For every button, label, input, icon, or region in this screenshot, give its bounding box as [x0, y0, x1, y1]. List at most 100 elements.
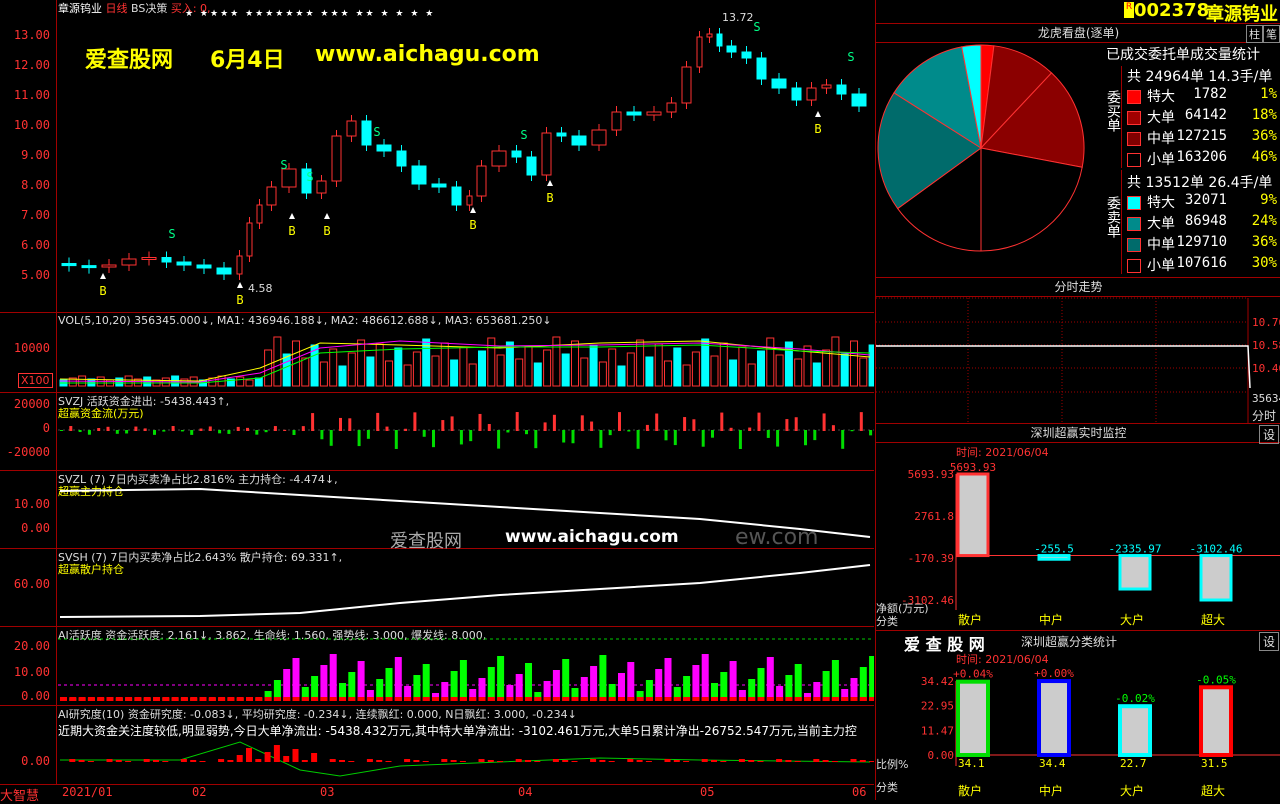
volume-bar — [738, 346, 747, 387]
volume-panel[interactable]: 10000 X100 VOL(5,10,20) 356345.000↓, MA1… — [0, 313, 874, 393]
fund-flow-bar — [794, 417, 798, 431]
date-axis: 大智慧 2021/01 02 03 04 05 06 — [0, 785, 874, 804]
classify-change: +0.00% — [1034, 667, 1074, 680]
volume-bar — [691, 351, 700, 387]
activity-base — [683, 697, 691, 701]
intraday-tick: 10.58 — [1252, 339, 1280, 352]
research-bar — [227, 760, 234, 762]
activity-base — [562, 697, 570, 701]
candle-body — [491, 150, 507, 167]
activity-base — [339, 697, 346, 701]
fund-flow-bar — [571, 430, 575, 444]
lhb-subtitle: 已成交委托单成交量统计 — [1106, 47, 1260, 63]
ai-research-panel[interactable]: 0.00 AI研究度(10) 资金研究度: -0.083↓, 平均研究度: -0… — [0, 706, 874, 785]
activity-base — [246, 697, 253, 701]
fund-flow-bar — [608, 430, 612, 436]
research-bar — [590, 759, 597, 762]
fund-flow-bar — [701, 430, 705, 447]
volume-bar — [385, 360, 393, 387]
activity-base — [822, 697, 830, 701]
fund-flow-bar — [748, 427, 752, 431]
research-bar — [459, 761, 466, 762]
fund-flow-bar — [580, 415, 584, 431]
volume-bar — [236, 376, 245, 387]
activity-base — [748, 697, 756, 701]
fund-flow-bar — [311, 413, 315, 431]
date-tick: 06 — [852, 785, 867, 799]
volume-bar — [357, 339, 366, 387]
research-bar — [683, 761, 690, 762]
volume-bar — [580, 357, 589, 387]
volume-bar — [682, 364, 691, 387]
activity-base — [208, 697, 216, 701]
ai-activity-panel[interactable]: 20.00 10.00 0.00 AI活跃度 资金活跃度: 2.161↓, 3.… — [0, 627, 874, 706]
classify-xlabel: 分类 — [876, 781, 898, 794]
intraday-panel[interactable]: 分时走势 10.76 10.58 10.40 35634 分时 — [875, 278, 1280, 424]
monitor-tick: -170.39 — [908, 552, 954, 565]
fund-flow-bar — [478, 413, 482, 431]
volume-bar — [440, 342, 449, 387]
fund-flow-bar — [813, 430, 817, 441]
activity-bar — [664, 658, 672, 701]
fund-flow-bar — [255, 430, 259, 435]
volume-bar — [115, 377, 124, 387]
activity-base — [292, 697, 300, 701]
fund-flow-bar — [525, 430, 528, 435]
order-type: 小单 — [1147, 258, 1175, 274]
classify-bar-chart: 34.42 22.95 11.47 0.00 +0.04% 34.1 散户 +0.00% 34.… — [921, 667, 1280, 798]
order-count: 64142 — [1184, 107, 1227, 123]
activity-base — [106, 697, 114, 701]
research-bar — [255, 759, 262, 762]
order-pct: 36% — [1251, 234, 1277, 250]
fund-flow-bar — [850, 430, 854, 432]
candle-body — [236, 255, 243, 275]
stroke-button[interactable]: 笔 — [1263, 25, 1280, 43]
fund-flow-bar — [599, 430, 603, 448]
monitor-bar — [1118, 554, 1152, 591]
activity-base — [841, 697, 849, 701]
research-bar — [404, 759, 411, 762]
svzj-panel[interactable]: 20000 0 -20000 SVZJ 活跃资金进出: -5438.443↑, … — [0, 393, 874, 471]
kline-panel[interactable]: 13.00 12.00 11.00 10.00 9.00 8.00 7.00 6.00 5.00… — [0, 0, 874, 313]
volume-bar — [245, 379, 254, 387]
activity-bar — [357, 661, 365, 701]
fund-flow-bar — [97, 428, 101, 431]
candle-body — [266, 186, 277, 206]
volume-bar — [496, 354, 505, 387]
research-bar — [125, 761, 132, 762]
fund-flow-bar — [450, 416, 454, 431]
activity-base — [497, 697, 505, 701]
research-bar — [776, 759, 783, 762]
research-bar — [153, 760, 159, 762]
research-bar — [190, 760, 197, 762]
research-bar — [143, 759, 150, 762]
order-count: 163206 — [1176, 149, 1227, 165]
monitor-bar-value: 5693.93 — [950, 461, 996, 474]
fund-flow-bar — [645, 424, 649, 431]
svzl-panel[interactable]: 10.00 0.00 SVZL (7) 7日内买卖净占比2.816% 主力持仓:… — [0, 471, 874, 552]
activity-bar — [701, 654, 709, 701]
svsh-panel[interactable]: 60.00 SVSH (7) 7日内买卖净占比2.643% 散户持仓: 69.3… — [0, 549, 874, 627]
activity-base — [385, 697, 393, 701]
classify-bar — [956, 679, 990, 757]
activity-bar — [655, 669, 663, 701]
sell-signal-marker: S — [847, 50, 854, 64]
volume-bar — [710, 355, 719, 387]
order-count: 107616 — [1176, 255, 1227, 271]
activity-base — [320, 697, 328, 701]
activity-base — [692, 697, 700, 701]
activity-base — [273, 697, 281, 701]
activity-base — [180, 697, 188, 701]
monitor-category: 散户 — [958, 612, 982, 627]
sell-total: 共 13512单 26.4手/单 — [1127, 175, 1273, 191]
fund-flow-bar — [534, 430, 538, 449]
brand-label: 大智慧 — [0, 789, 40, 804]
activity-base — [673, 697, 681, 701]
column-button[interactable]: 柱 — [1246, 25, 1263, 43]
legend-swatch — [1127, 153, 1141, 167]
buy-arrow — [815, 111, 821, 117]
volume-bar — [766, 337, 775, 387]
activity-bar — [618, 673, 625, 701]
activity-base — [757, 697, 765, 701]
candle-body — [431, 183, 447, 188]
